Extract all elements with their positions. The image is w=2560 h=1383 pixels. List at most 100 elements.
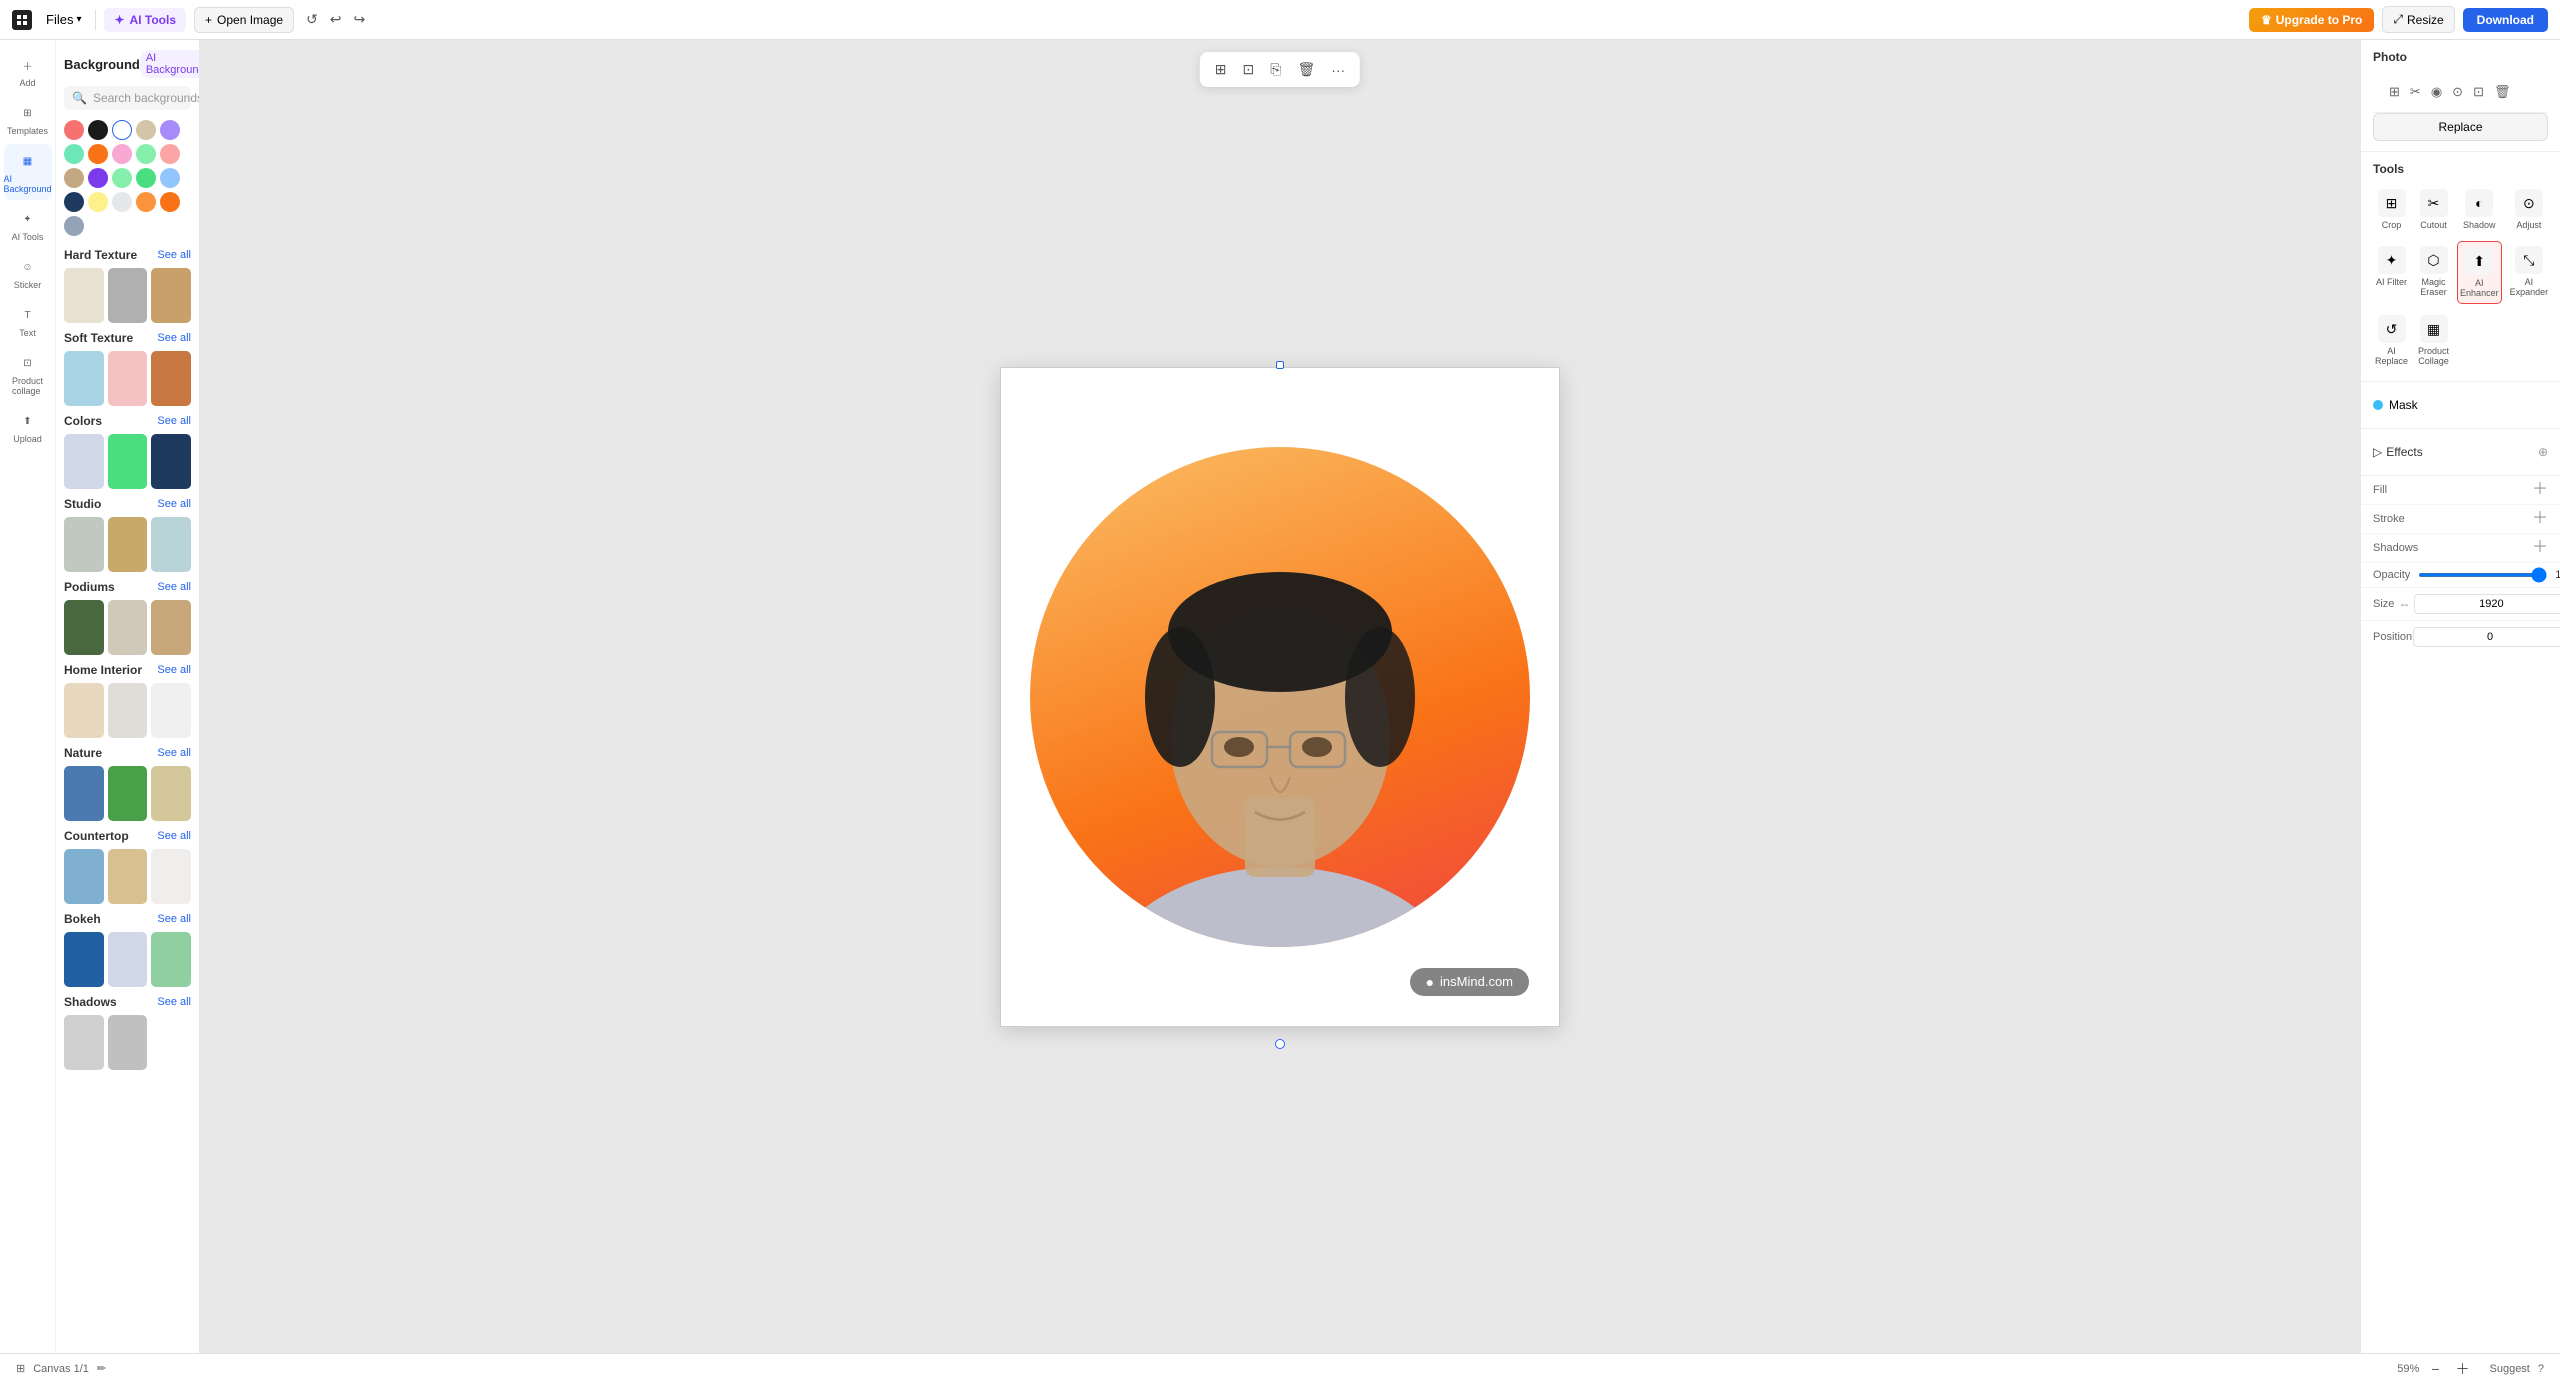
list-item[interactable] bbox=[108, 351, 148, 406]
list-item[interactable] bbox=[64, 351, 104, 406]
size-width-input[interactable] bbox=[2414, 594, 2560, 614]
resize-handle-top[interactable] bbox=[1276, 361, 1284, 369]
list-item[interactable] bbox=[64, 268, 104, 323]
color-swatch-light-gray[interactable] bbox=[112, 192, 132, 212]
color-swatch-red[interactable] bbox=[64, 120, 84, 140]
list-item[interactable] bbox=[64, 600, 104, 655]
color-swatch-purple[interactable] bbox=[160, 120, 180, 140]
list-item[interactable] bbox=[108, 517, 148, 572]
color-swatch-blue-gray[interactable] bbox=[64, 216, 84, 236]
color-swatch-navy[interactable] bbox=[64, 192, 84, 212]
list-item[interactable] bbox=[151, 766, 191, 821]
sidebar-item-product[interactable]: ⊡ Productcollage bbox=[4, 346, 52, 402]
stroke-add-button[interactable]: ＋ bbox=[2532, 511, 2548, 527]
list-item[interactable] bbox=[151, 932, 191, 987]
color-swatch-coral[interactable] bbox=[136, 192, 156, 212]
photo-icon-trash[interactable]: 🗑 bbox=[2490, 80, 2515, 104]
ai-tools-button[interactable]: ✦ AI Tools bbox=[104, 8, 186, 32]
color-swatch-light-red[interactable] bbox=[160, 144, 180, 164]
list-item[interactable] bbox=[64, 517, 104, 572]
color-swatch-black[interactable] bbox=[88, 120, 108, 140]
color-swatch-sage[interactable] bbox=[112, 168, 132, 188]
list-item[interactable] bbox=[64, 766, 104, 821]
replace-button[interactable]: Replace bbox=[2373, 113, 2548, 141]
list-item[interactable] bbox=[151, 351, 191, 406]
undo-button[interactable]: ↺ bbox=[302, 7, 322, 32]
tool-item-adjust[interactable]: ⊙ Adjust bbox=[2508, 184, 2551, 235]
photo-icon-5[interactable]: ⊡ bbox=[2469, 80, 2488, 104]
color-swatch-mint[interactable] bbox=[64, 144, 84, 164]
tool-item-cutout[interactable]: ✂ Cutout bbox=[2416, 184, 2451, 235]
shadows-add-button[interactable]: ＋ bbox=[2532, 540, 2548, 556]
list-item[interactable] bbox=[64, 434, 104, 489]
list-item[interactable] bbox=[151, 849, 191, 904]
tool-item-ai-expander[interactable]: ⤡ AI Expander bbox=[2508, 241, 2551, 304]
undo2-button[interactable]: ↩ bbox=[326, 7, 346, 32]
help-icon[interactable]: ? bbox=[2538, 1363, 2544, 1375]
list-item[interactable] bbox=[151, 600, 191, 655]
position-x-input[interactable] bbox=[2413, 627, 2560, 647]
color-swatch-light-green[interactable] bbox=[136, 144, 156, 164]
tool-item-ai-enhancer[interactable]: ⬆ AI Enhancer bbox=[2457, 241, 2502, 304]
tool-item-ai-filter[interactable]: ✦ AI Filter bbox=[2373, 241, 2410, 304]
effects-expand-button[interactable]: ⊕ bbox=[2538, 445, 2548, 459]
see-all-countertop[interactable]: See all bbox=[157, 830, 191, 842]
sidebar-item-sticker[interactable]: ☺ Sticker bbox=[4, 250, 52, 296]
see-all-shadows[interactable]: See all bbox=[157, 996, 191, 1008]
list-item[interactable] bbox=[108, 600, 148, 655]
list-item[interactable] bbox=[108, 849, 148, 904]
see-all-hard-texture[interactable]: See all bbox=[157, 249, 191, 261]
open-image-button[interactable]: + Open Image bbox=[194, 7, 294, 33]
zoom-in-button[interactable]: ＋ bbox=[2452, 1355, 2474, 1383]
list-item[interactable] bbox=[64, 1015, 104, 1070]
mask-row[interactable]: Mask bbox=[2373, 392, 2548, 418]
color-swatch-tan[interactable] bbox=[136, 120, 156, 140]
tool-item-shadow[interactable]: ◐ Shadow bbox=[2457, 184, 2502, 235]
canvas-frame-button[interactable]: ⊡ bbox=[1238, 58, 1260, 81]
tool-item-magic-eraser[interactable]: ⬡ Magic Eraser bbox=[2416, 241, 2451, 304]
sidebar-item-add[interactable]: ＋ Add bbox=[4, 48, 52, 94]
zoom-out-button[interactable]: − bbox=[2427, 1357, 2443, 1381]
list-item[interactable] bbox=[108, 1015, 148, 1070]
color-swatch-white[interactable] bbox=[112, 120, 132, 140]
color-swatch-dark-orange[interactable] bbox=[160, 192, 180, 212]
rotation-handle[interactable] bbox=[1275, 1039, 1285, 1049]
list-item[interactable] bbox=[64, 932, 104, 987]
list-item[interactable] bbox=[108, 683, 148, 738]
canvas-more-button[interactable]: ··· bbox=[1326, 59, 1350, 81]
list-item[interactable] bbox=[108, 268, 148, 323]
see-all-podiums[interactable]: See all bbox=[157, 581, 191, 593]
list-item[interactable] bbox=[151, 268, 191, 323]
opacity-slider[interactable] bbox=[2418, 573, 2547, 577]
canvas-copy-button[interactable]: ⎘ bbox=[1265, 58, 1286, 81]
canvas-arrange-button[interactable]: ⊞ bbox=[1210, 58, 1232, 81]
tool-item-product-collage[interactable]: ▦ Product Collage bbox=[2416, 310, 2451, 371]
sidebar-item-text[interactable]: T Text bbox=[4, 298, 52, 344]
list-item[interactable] bbox=[108, 932, 148, 987]
list-item[interactable] bbox=[108, 766, 148, 821]
files-menu[interactable]: Files ▾ bbox=[40, 8, 87, 31]
upgrade-button[interactable]: ♛ Upgrade to Pro bbox=[2249, 8, 2374, 32]
photo-icon-1[interactable]: ⊞ bbox=[2385, 80, 2404, 104]
list-item[interactable] bbox=[64, 683, 104, 738]
redo-button[interactable]: ↪ bbox=[350, 7, 370, 32]
see-all-bokeh[interactable]: See all bbox=[157, 913, 191, 925]
photo-icon-2[interactable]: ✂ bbox=[2406, 80, 2425, 104]
photo-icon-4[interactable]: ⊙ bbox=[2448, 80, 2467, 104]
color-swatch-yellow[interactable] bbox=[88, 192, 108, 212]
list-item[interactable] bbox=[151, 434, 191, 489]
list-item[interactable] bbox=[108, 434, 148, 489]
see-all-nature[interactable]: See all bbox=[157, 747, 191, 759]
list-item[interactable] bbox=[64, 849, 104, 904]
color-swatch-pink[interactable] bbox=[112, 144, 132, 164]
canvas-delete-button[interactable]: 🗑 bbox=[1292, 58, 1320, 81]
fill-add-button[interactable]: ＋ bbox=[2532, 482, 2548, 498]
see-all-studio[interactable]: See all bbox=[157, 498, 191, 510]
color-swatch-light-blue[interactable] bbox=[160, 168, 180, 188]
sidebar-item-background[interactable]: ▦ AIBackground bbox=[4, 144, 52, 200]
download-button[interactable]: Download bbox=[2463, 8, 2548, 32]
color-swatch-dark-purple[interactable] bbox=[88, 168, 108, 188]
list-item[interactable] bbox=[151, 683, 191, 738]
search-input[interactable] bbox=[93, 91, 199, 105]
color-swatch-brown[interactable] bbox=[64, 168, 84, 188]
